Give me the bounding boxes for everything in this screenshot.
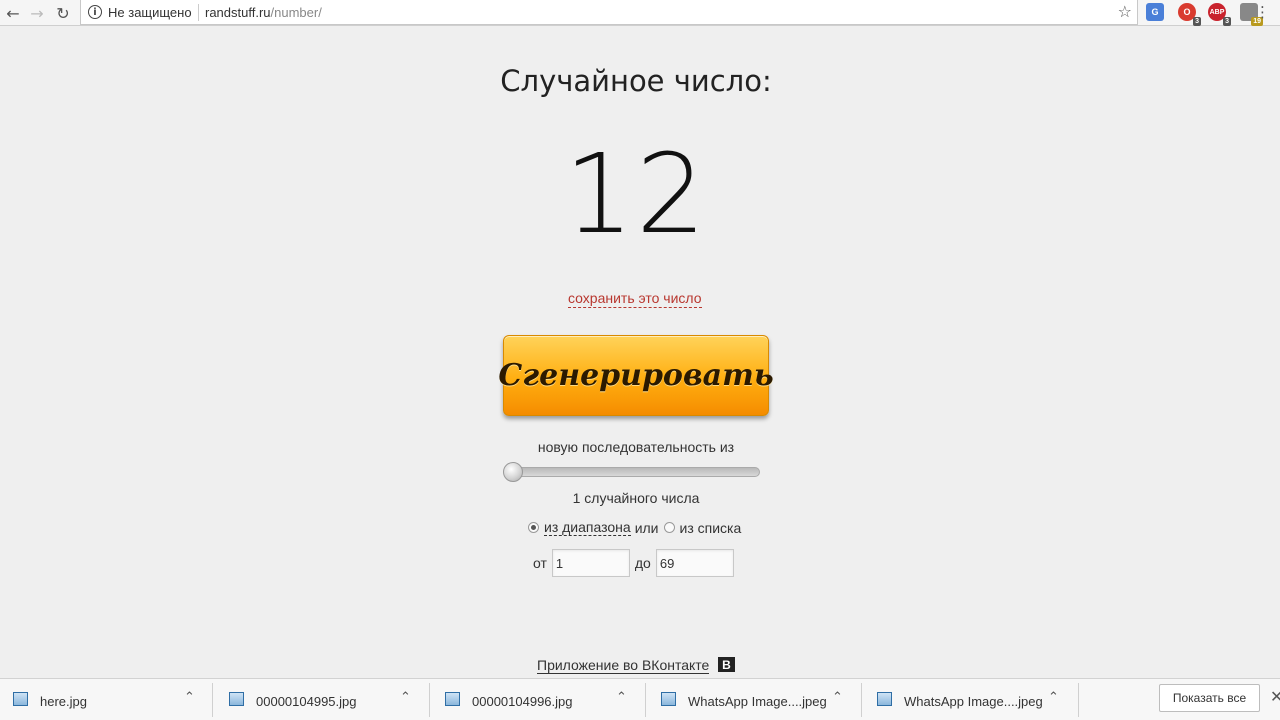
range-option-link[interactable]: из диапазона [544, 519, 631, 536]
from-label: от [533, 555, 547, 571]
download-item[interactable]: here.jpg ⌃ [0, 679, 212, 720]
google-translate-icon[interactable]: G [1146, 3, 1164, 21]
bookmark-star-icon[interactable]: ☆ [1118, 2, 1132, 21]
adblock-plus-icon[interactable]: ABP 3 [1208, 3, 1231, 26]
opera-extension-icon[interactable]: O 3 [1178, 3, 1201, 26]
to-label: до [634, 555, 651, 571]
count-slider-handle[interactable] [503, 462, 523, 482]
chevron-up-icon[interactable]: ⌃ [832, 690, 843, 705]
download-filename: 00000104996.jpg [472, 694, 573, 709]
from-input[interactable] [551, 549, 630, 577]
save-number-link[interactable]: сохранить это число [568, 290, 702, 308]
image-file-icon [877, 692, 892, 706]
list-radio[interactable] [663, 522, 675, 533]
chevron-up-icon[interactable]: ⌃ [616, 690, 627, 705]
download-divider [1078, 683, 1079, 717]
browser-toolbar: ← → ↻ i Не защищено randstuff.ru/number/… [0, 0, 1280, 26]
security-status[interactable]: Не защищено [108, 5, 192, 20]
sequence-label: новую последовательность из [537, 439, 735, 455]
list-option-label[interactable]: из списка [680, 520, 742, 536]
download-shelf: here.jpg ⌃ 00000104995.jpg ⌃ 00000104996… [0, 678, 1280, 720]
download-divider [645, 683, 646, 717]
download-filename: here.jpg [40, 694, 87, 709]
back-arrow-icon[interactable]: ← [2, 2, 24, 24]
range-radio[interactable] [528, 522, 539, 533]
download-item[interactable]: WhatsApp Image....jpeg ⌃ [864, 679, 1076, 720]
to-input[interactable] [655, 549, 734, 577]
generate-button[interactable]: Сгенерировать [498, 335, 774, 416]
close-icon[interactable]: ✕ [1270, 687, 1280, 706]
browser-menu-icon[interactable]: ⋮ [1255, 4, 1270, 20]
address-bar[interactable]: i Не защищено randstuff.ru/number/ ☆ [80, 0, 1138, 25]
image-file-icon [445, 692, 460, 706]
forward-arrow-icon[interactable]: → [26, 2, 48, 24]
vk-icon[interactable]: В [718, 657, 735, 672]
vk-app-link[interactable]: Приложение во ВКонтакте [537, 657, 710, 674]
info-icon[interactable]: i [88, 5, 102, 19]
extension-badge: 3 [1223, 17, 1231, 26]
download-filename: WhatsApp Image....jpeg [904, 694, 1043, 709]
download-item[interactable]: 00000104996.jpg ⌃ [432, 679, 644, 720]
download-divider [429, 683, 430, 717]
chevron-up-icon[interactable]: ⌃ [1048, 690, 1059, 705]
image-file-icon [229, 692, 244, 706]
image-file-icon [13, 692, 28, 706]
url-text[interactable]: randstuff.ru/number/ [205, 5, 322, 20]
url-path: /number/ [270, 5, 322, 20]
range-inputs: от до [533, 549, 734, 577]
download-divider [861, 683, 862, 717]
extension-badge: 3 [1193, 17, 1201, 26]
count-slider-track[interactable] [505, 467, 760, 477]
download-filename: WhatsApp Image....jpeg [688, 694, 827, 709]
download-item[interactable]: 00000104995.jpg ⌃ [216, 679, 428, 720]
download-filename: 00000104995.jpg [256, 694, 357, 709]
random-number-display: 12 [564, 130, 708, 258]
mode-selector: из диапазона или из списка [528, 519, 741, 536]
url-host: randstuff.ru [205, 5, 271, 20]
reload-icon[interactable]: ↻ [52, 2, 74, 24]
chevron-up-icon[interactable]: ⌃ [184, 690, 195, 705]
download-divider [212, 683, 213, 717]
image-file-icon [661, 692, 676, 706]
count-label: 1 случайного числа [572, 490, 700, 506]
omnibox-divider [198, 4, 199, 21]
mode-or-text: или [634, 519, 659, 536]
chevron-up-icon[interactable]: ⌃ [400, 690, 411, 705]
page-title: Случайное число: [500, 64, 772, 98]
show-all-downloads-button[interactable]: Показать все [1159, 684, 1260, 712]
download-item[interactable]: WhatsApp Image....jpeg ⌃ [648, 679, 860, 720]
